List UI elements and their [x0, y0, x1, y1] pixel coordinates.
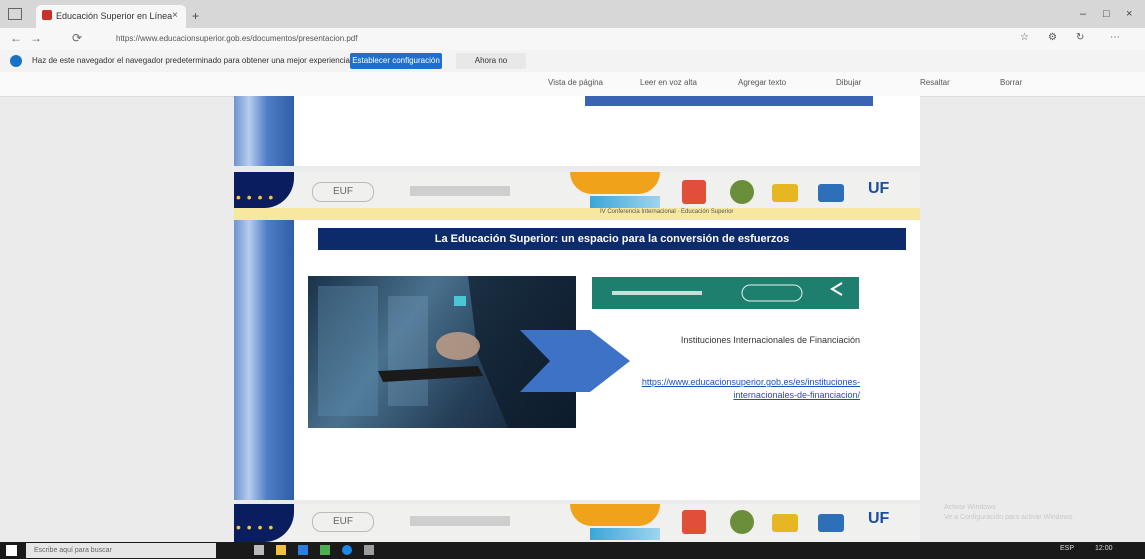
more-icon[interactable]: ⋯	[1110, 32, 1120, 43]
set-default-button[interactable]: Establecer configuración	[350, 53, 442, 69]
header-orange-shape	[570, 172, 660, 194]
draw-button[interactable]: Dibujar	[836, 78, 861, 87]
new-tab-button[interactable]: +	[192, 9, 199, 23]
activation-watermark: Activar Windows Ve a Configuración para …	[944, 503, 1074, 523]
next-header-dots: • • • •	[236, 519, 275, 535]
mail-icon[interactable]	[364, 545, 374, 555]
window-menu-icon[interactable]	[8, 8, 22, 20]
add-text-button[interactable]: Agregar texto	[738, 78, 786, 87]
watermark-line-1: Activar Windows	[944, 504, 996, 511]
favorite-icon[interactable]: ☆	[1020, 32, 1029, 43]
tab-title: Educación Superior en Línea	[56, 11, 173, 21]
not-now-button[interactable]: Ahora no	[456, 53, 526, 69]
url-field[interactable]: https://www.educacionsuperior.gob.es/doc…	[110, 31, 970, 47]
next-logo-4	[818, 514, 844, 532]
logo-uf: UF	[868, 180, 890, 197]
header-logo-gov	[410, 186, 510, 196]
close-window-button[interactable]: ×	[1126, 8, 1132, 20]
logo-4	[818, 184, 844, 202]
forward-button[interactable]: →	[30, 31, 42, 45]
erase-button[interactable]: Borrar	[1000, 78, 1022, 87]
header-dots: • • • •	[236, 189, 275, 205]
header-right-text: IV Conferencia Internacional · Educación…	[600, 209, 734, 215]
file-explorer-icon[interactable]	[276, 545, 286, 555]
next-logo-2	[730, 510, 754, 534]
previous-page-side-strip	[234, 96, 294, 166]
taskbar-search-input[interactable]: Escribe aquí para buscar	[26, 543, 216, 558]
minimize-button[interactable]: –	[1080, 8, 1086, 20]
tab-close-icon[interactable]: ×	[172, 10, 178, 21]
green-banner-graphic	[612, 282, 843, 302]
store-icon[interactable]	[320, 545, 330, 555]
logo-1	[682, 180, 706, 204]
sync-icon[interactable]: ↻	[1076, 32, 1084, 43]
edge-icon[interactable]	[298, 545, 308, 555]
previous-page-blue-box	[585, 96, 873, 106]
language-indicator[interactable]: ESP	[1060, 545, 1074, 552]
current-page-side-strip	[234, 220, 294, 500]
page-view-button[interactable]: Vista de página	[548, 78, 603, 87]
reload-button[interactable]: ⟳	[72, 31, 82, 45]
next-logo-3	[772, 514, 798, 532]
task-view-icon[interactable]	[254, 545, 264, 555]
header-logo-left: EUF	[312, 182, 374, 202]
yellow-band	[234, 208, 920, 220]
next-logo-1	[682, 510, 706, 534]
settings-icon[interactable]: ⚙	[1048, 32, 1057, 43]
app-icon[interactable]	[342, 545, 352, 555]
next-header-logo-gov	[410, 516, 510, 526]
logo-2	[730, 180, 754, 204]
green-banner	[592, 277, 859, 309]
read-aloud-button[interactable]: Leer en voz alta	[640, 78, 697, 87]
previous-page	[234, 96, 920, 166]
next-header-cyan-bar	[590, 528, 660, 540]
highlight-button[interactable]: Resaltar	[920, 78, 950, 87]
start-icon[interactable]	[6, 545, 17, 556]
next-logo-uf: UF	[868, 510, 890, 527]
arrow-shape	[520, 330, 630, 392]
pdf-favicon-icon	[42, 10, 52, 20]
maximize-button[interactable]: □	[1103, 8, 1110, 20]
browser-tab[interactable]: Educación Superior en Línea	[36, 5, 186, 28]
watermark-line-2: Ve a Configuración para activar Windows.	[944, 514, 1074, 521]
header-cyan-bar	[590, 196, 660, 208]
next-header-logo-left: EUF	[312, 512, 374, 532]
clock[interactable]: 12:00	[1095, 545, 1113, 552]
logo-3	[772, 184, 798, 202]
info-bar-text: Haz de este navegador el navegador prede…	[32, 56, 350, 65]
next-header-orange-shape	[570, 504, 660, 526]
institutions-label: Instituciones Internacionales de Financi…	[680, 335, 860, 345]
slide-title: La Educación Superior: un espacio para l…	[318, 228, 906, 250]
browser-logo-icon	[10, 55, 22, 67]
institutions-link[interactable]: https://www.educacionsuperior.gob.es/es/…	[640, 376, 860, 402]
back-button[interactable]: ←	[10, 31, 22, 45]
